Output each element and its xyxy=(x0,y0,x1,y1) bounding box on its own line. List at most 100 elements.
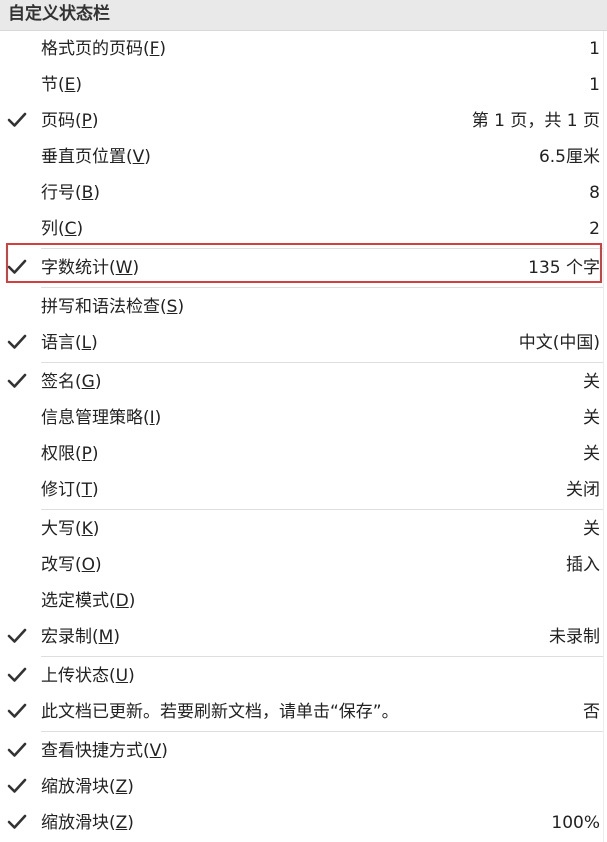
menu-item-label: 宏录制(M) xyxy=(41,620,120,654)
menu-item-label: 字数统计(W) xyxy=(41,251,139,285)
menu-item-label: 拼写和语法检查(S) xyxy=(41,290,184,324)
menu-item-text: 垂直页位置( xyxy=(41,147,133,167)
menu-item-label: 选定模式(D) xyxy=(41,584,135,618)
menu-item-text: 缩放滑块( xyxy=(41,777,116,797)
menu-item-text: 上传状态( xyxy=(41,666,116,686)
menu-item-text: 权限( xyxy=(41,444,82,464)
menu-item-value: 否 xyxy=(583,702,600,722)
access-key: Z xyxy=(115,813,128,833)
menu-item-text: 缩放滑块( xyxy=(41,813,116,833)
menu-item[interactable]: 查看快捷方式(V) xyxy=(0,734,607,768)
menu-item[interactable]: 修订(T) 关闭 xyxy=(0,473,607,507)
menu-item-text: 格式页的页码( xyxy=(41,39,150,59)
menu-separator xyxy=(41,287,603,288)
menu-item-text: 列( xyxy=(41,219,65,239)
checkmark-icon xyxy=(7,665,27,685)
menu-item-label: 语言(L) xyxy=(41,326,98,360)
menu-item-label: 信息管理策略(I) xyxy=(41,401,161,435)
menu-item[interactable]: 权限(P) 关 xyxy=(0,437,607,471)
access-key: T xyxy=(81,480,93,500)
access-key: D xyxy=(115,591,129,611)
menu-item-text: 大写( xyxy=(41,519,82,539)
menu-item-text: 行号( xyxy=(41,183,82,203)
menu-item[interactable]: 选定模式(D) xyxy=(0,584,607,618)
menu-separator xyxy=(41,509,603,510)
checkmark-icon xyxy=(7,257,27,277)
menu-item-text-end: ) xyxy=(144,147,151,167)
checkmark-icon xyxy=(7,626,27,646)
access-key: V xyxy=(149,741,162,761)
menu-item[interactable]: 行号(B) 8 xyxy=(0,176,607,210)
menu-item-label: 行号(B) xyxy=(41,176,100,210)
checkmark-icon xyxy=(7,776,27,796)
menu-item-text-end: ) xyxy=(94,372,102,392)
menu-item-label: 大写(K) xyxy=(41,512,99,546)
checkmark-icon xyxy=(7,740,27,760)
menu-item[interactable]: 信息管理策略(I) 关 xyxy=(0,401,607,435)
menu-item[interactable]: 拼写和语法检查(S) xyxy=(0,290,607,324)
menu-item[interactable]: 格式页的页码(F) 1 xyxy=(0,32,607,66)
menu-item-value: 第 1 页，共 1 页 xyxy=(471,111,600,131)
menu-item[interactable]: 此文档已更新。若要刷新文档，请单击“保存”。 否 xyxy=(0,695,607,729)
menu-item-text-end: ) xyxy=(92,480,99,500)
menu-item[interactable]: 节(E) 1 xyxy=(0,68,607,102)
menu-item-label: 页码(P) xyxy=(41,104,99,138)
menu-item-text-end: ) xyxy=(93,183,100,203)
menu-item-text-end: ) xyxy=(127,777,134,797)
menu-item-label: 格式页的页码(F) xyxy=(41,32,166,66)
access-key: G xyxy=(81,372,95,392)
access-key: Z xyxy=(115,777,128,797)
menu-item-value: 1 xyxy=(589,75,600,95)
menu-item-value: 135 个字 xyxy=(528,258,600,278)
menu-item[interactable]: 缩放滑块(Z) 100% xyxy=(0,806,607,840)
menu-item-value: 100% xyxy=(551,813,600,833)
menu-item[interactable]: 字数统计(W) 135 个字 xyxy=(0,251,607,285)
menu-item[interactable]: 宏录制(M) 未录制 xyxy=(0,620,607,654)
menu-item[interactable]: 垂直页位置(V) 6.5厘米 xyxy=(0,140,607,174)
menu-item-value: 关 xyxy=(583,408,600,428)
menu-item-text: 字数统计( xyxy=(41,258,116,278)
menu-item-label: 缩放滑块(Z) xyxy=(41,806,134,840)
menu-item[interactable]: 页码(P) 第 1 页，共 1 页 xyxy=(0,104,607,138)
menu-item-label: 缩放滑块(Z) xyxy=(41,770,134,804)
menu-item-text: 拼写和语法检查( xyxy=(41,297,167,317)
menu-item-text-end: ) xyxy=(177,297,185,317)
menu-item-label: 权限(P) xyxy=(41,437,99,471)
access-key: P xyxy=(81,444,92,464)
access-key: L xyxy=(81,333,92,353)
menu-item[interactable]: 缩放滑块(Z) xyxy=(0,770,607,804)
checkmark-icon xyxy=(7,701,27,721)
access-key: M xyxy=(98,627,114,647)
menu-item[interactable]: 改写(O) 插入 xyxy=(0,548,607,582)
menu-item-text-end: ) xyxy=(75,75,83,95)
checkmark-icon xyxy=(7,110,27,130)
menu-item[interactable]: 大写(K) 关 xyxy=(0,512,607,546)
menu-item-label: 列(C) xyxy=(41,212,83,246)
menu-separator xyxy=(41,362,603,363)
menu-item-value: 关 xyxy=(583,519,600,539)
menu-item[interactable]: 上传状态(U) xyxy=(0,659,607,693)
menu-item[interactable]: 列(C) 2 xyxy=(0,212,607,246)
menu-item-label: 垂直页位置(V) xyxy=(41,140,151,174)
menu-item-text-end: ) xyxy=(91,333,98,353)
menu-item-text-end: ) xyxy=(128,666,135,686)
menu-item-value: 6.5厘米 xyxy=(538,147,600,167)
menu-item-text: 节( xyxy=(41,75,65,95)
checkmark-icon xyxy=(7,812,27,832)
menu-item-text: 改写( xyxy=(41,555,82,575)
menu-item-label: 此文档已更新。若要刷新文档，请单击“保存”。 xyxy=(41,695,399,729)
menu-item-text: 修订( xyxy=(41,480,82,500)
access-key: P xyxy=(81,111,92,131)
menu-item-label: 节(E) xyxy=(41,68,82,102)
access-key: U xyxy=(115,666,129,686)
menu-item-text-end: ) xyxy=(95,555,102,575)
access-key: C xyxy=(64,219,77,239)
menu-item-text-end: ) xyxy=(132,258,140,278)
menu-item-value: 关 xyxy=(583,444,600,464)
menu-separator xyxy=(41,731,603,732)
menu-item-value: 8 xyxy=(589,183,600,203)
menu-item-value: 2 xyxy=(589,219,600,239)
menu-item[interactable]: 语言(L) 中文(中国) xyxy=(0,326,607,360)
menu-item-text: 页码( xyxy=(41,111,82,131)
menu-item[interactable]: 签名(G) 关 xyxy=(0,365,607,399)
